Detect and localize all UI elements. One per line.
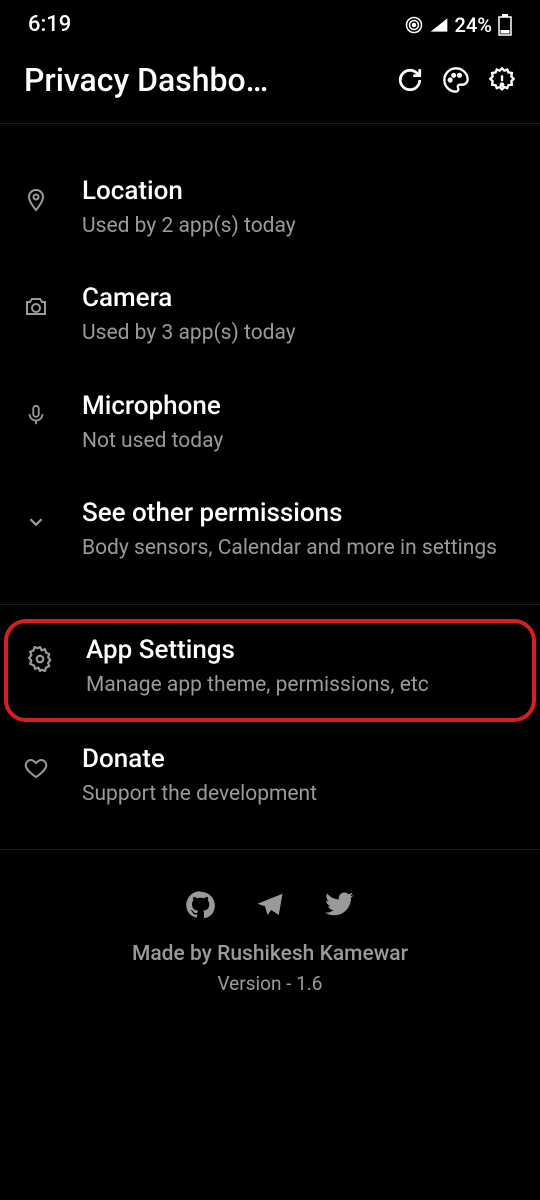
- social-links: [20, 890, 520, 920]
- twitter-link[interactable]: [325, 890, 355, 920]
- item-subtitle: Manage app theme, permissions, etc: [86, 671, 514, 700]
- item-subtitle: Used by 2 app(s) today: [82, 212, 518, 241]
- github-icon: [185, 890, 215, 920]
- status-right: 24%: [405, 13, 512, 37]
- item-title: See other permissions: [82, 498, 518, 528]
- item-subtitle: Support the development: [82, 780, 518, 809]
- status-time: 6:19: [28, 12, 71, 37]
- item-title: Camera: [82, 283, 518, 313]
- item-title: Location: [82, 176, 518, 206]
- github-link[interactable]: [185, 890, 215, 920]
- telegram-link[interactable]: [255, 890, 285, 920]
- battery-icon: [498, 14, 512, 36]
- divider: [0, 849, 540, 850]
- donate-item[interactable]: Donate Support the development: [0, 722, 540, 835]
- item-subtitle: Used by 3 app(s) today: [82, 319, 518, 348]
- item-subtitle: Body sensors, Calendar and more in setti…: [82, 534, 518, 563]
- twitter-icon: [325, 890, 355, 920]
- permissions-list: Location Used by 2 app(s) today Camera U…: [0, 124, 540, 1015]
- highlighted-item: App Settings Manage app theme, permissio…: [4, 619, 536, 722]
- battery-percent: 24%: [455, 13, 492, 37]
- badge-icon: [488, 66, 516, 94]
- heart-icon: [22, 754, 50, 782]
- location-icon: [22, 186, 50, 214]
- credit-text: Made by Rushikesh Kamewar: [20, 942, 520, 966]
- refresh-icon: [397, 67, 423, 93]
- camera-item[interactable]: Camera Used by 3 app(s) today: [0, 267, 540, 374]
- item-title: Microphone: [82, 391, 518, 421]
- app-header: Privacy Dashbo…: [0, 45, 540, 124]
- signal-icon: [429, 16, 449, 34]
- microphone-item[interactable]: Microphone Not used today: [0, 375, 540, 482]
- footer: Made by Rushikesh Kamewar Version - 1.6: [0, 870, 540, 1015]
- telegram-icon: [255, 890, 285, 920]
- settings-button[interactable]: [488, 66, 516, 94]
- gear-icon: [26, 645, 54, 673]
- item-subtitle: Not used today: [82, 427, 518, 456]
- divider: [0, 604, 540, 605]
- location-item[interactable]: Location Used by 2 app(s) today: [0, 160, 540, 267]
- version-text: Version - 1.6: [20, 972, 520, 995]
- item-title: Donate: [82, 744, 518, 774]
- app-settings-item[interactable]: App Settings Manage app theme, permissio…: [26, 635, 514, 700]
- other-permissions-item[interactable]: See other permissions Body sensors, Cale…: [0, 482, 540, 589]
- camera-icon: [22, 293, 50, 321]
- chevron-down-icon: [22, 508, 50, 536]
- page-title: Privacy Dashbo…: [24, 61, 378, 99]
- theme-button[interactable]: [442, 66, 470, 94]
- status-bar: 6:19 24%: [0, 0, 540, 45]
- palette-icon: [442, 66, 470, 94]
- item-title: App Settings: [86, 635, 514, 665]
- microphone-icon: [22, 401, 50, 429]
- refresh-button[interactable]: [396, 66, 424, 94]
- hotspot-icon: [405, 16, 423, 34]
